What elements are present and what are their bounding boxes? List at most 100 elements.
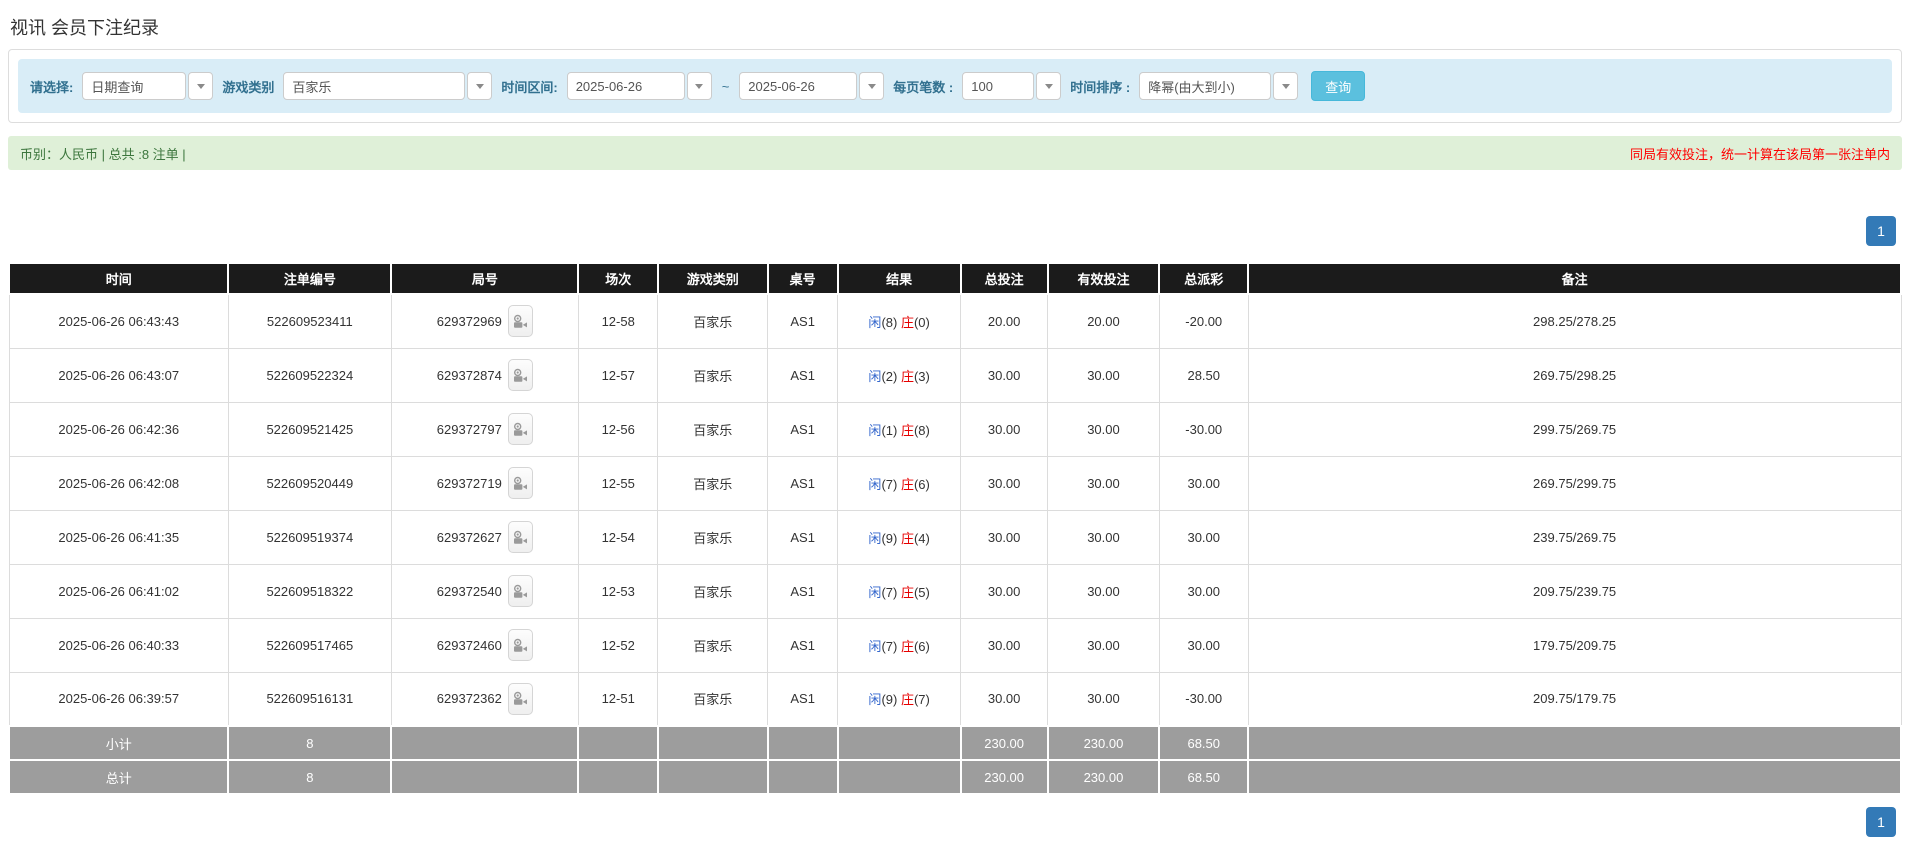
cell-note: 209.75/239.75	[1247, 563, 1902, 619]
video-icon	[513, 422, 527, 436]
page-title: 视讯 会员下注纪录	[10, 18, 160, 38]
cell-session: 12-55	[577, 455, 659, 511]
video-icon	[513, 692, 527, 706]
round-number: 629372797	[436, 421, 502, 437]
video-replay-button[interactable]	[507, 521, 533, 553]
video-replay-button[interactable]	[507, 575, 533, 607]
cell-game-type: 百家乐	[657, 617, 769, 673]
player-result-label: 闲	[868, 368, 882, 384]
video-replay-button[interactable]	[507, 629, 533, 661]
query-type-dropdown-button[interactable]	[188, 72, 214, 100]
game-type-input[interactable]	[283, 72, 466, 100]
date-from-input[interactable]	[566, 72, 685, 100]
cell-valid-bet: 30.00	[1047, 509, 1160, 565]
filter-bar: 请选择: 游戏类别 时间区间: ~ 每页笔数 :	[18, 59, 1892, 113]
column-header: 总投注	[959, 262, 1049, 295]
round-number: 629372719	[436, 475, 502, 491]
column-header: 游戏类别	[656, 262, 769, 295]
cell-valid-bet: 30.00	[1047, 617, 1160, 673]
cell-time: 2025-06-26 06:42:36	[8, 401, 229, 457]
cell-table-no: AS1	[767, 671, 839, 727]
page-size-input[interactable]	[962, 72, 1035, 100]
cell-bet-id: 522609517465	[227, 617, 392, 673]
date-from-dropdown-button[interactable]	[686, 72, 712, 100]
player-result-value: (7)	[881, 476, 898, 492]
choose-label: 请选择:	[30, 79, 74, 95]
table-row: 2025-06-26 06:39:57 522609516131 629372362…	[8, 671, 1902, 727]
summary-empty	[390, 725, 580, 761]
cell-result: 闲(9) 庄(4)	[837, 509, 962, 565]
cell-total-bet[interactable]: 30.00	[960, 347, 1049, 403]
date-to-input[interactable]	[739, 72, 858, 100]
cell-total-bet[interactable]: 30.00	[960, 617, 1049, 673]
date-from-select	[566, 72, 712, 100]
search-button[interactable]: 查询	[1311, 71, 1366, 101]
summary-label: 总计	[7, 759, 230, 795]
video-replay-button[interactable]	[507, 682, 533, 715]
cell-game-type: 百家乐	[657, 455, 769, 511]
cell-total-bet[interactable]: 20.00	[960, 293, 1049, 349]
game-type-select	[283, 72, 493, 100]
summary-valid-bet: 230.00	[1046, 725, 1161, 761]
bet-records-table: 时间 注单编号 局号 场次 游戏类别 桌号 结果 总投注 有效投注 总派彩 备注 2025-06-2…	[7, 262, 1902, 795]
video-replay-button[interactable]	[507, 413, 533, 445]
video-replay-button[interactable]	[507, 467, 533, 499]
cell-note: 298.25/278.25	[1247, 293, 1902, 349]
summary-empty	[1247, 725, 1902, 761]
cell-result: 闲(8) 庄(0)	[837, 293, 962, 349]
game-type-dropdown-button[interactable]	[467, 72, 493, 100]
summary-empty	[390, 759, 580, 795]
query-type-input[interactable]	[82, 72, 187, 100]
time-sort-input[interactable]	[1139, 72, 1272, 100]
banker-result-value: (5)	[913, 584, 930, 600]
cell-result: 闲(7) 庄(6)	[837, 617, 962, 673]
summary-empty	[836, 725, 962, 761]
banker-result-value: (0)	[913, 314, 930, 330]
cell-total-bet[interactable]: 30.00	[960, 455, 1049, 511]
video-replay-button[interactable]	[507, 305, 533, 338]
summary-empty	[656, 725, 769, 761]
video-icon	[513, 530, 527, 544]
valid-bet-notice: 同局有效投注，统一计算在该局第一张注单内	[1629, 146, 1890, 162]
player-result-label: 闲	[868, 314, 882, 330]
summary-row: 总计 8 230.00 230.00 68.50	[7, 759, 1902, 795]
page-size-dropdown-button[interactable]	[1036, 72, 1062, 100]
cell-round-id: 629372969	[390, 293, 579, 349]
time-sort-dropdown-button[interactable]	[1273, 72, 1299, 100]
cell-note: 269.75/298.25	[1247, 347, 1902, 403]
summary-payout: 68.50	[1158, 725, 1250, 761]
cell-round-id: 629372627	[390, 509, 579, 565]
currency-summary-text: 币别：人民币 | 总共 :8 注单 |	[20, 146, 186, 162]
date-to-dropdown-button[interactable]	[859, 72, 885, 100]
cell-total-bet[interactable]: 30.00	[960, 509, 1049, 565]
player-result-value: (1)	[881, 422, 898, 438]
cell-round-id: 629372797	[390, 401, 579, 457]
video-replay-button[interactable]	[507, 359, 533, 391]
column-header: 结果	[836, 262, 962, 295]
banker-result-label: 庄	[900, 638, 914, 654]
video-icon	[513, 638, 527, 652]
video-icon	[513, 476, 527, 490]
pagination-top: 1	[8, 216, 1902, 246]
round-id-group: 629372969	[437, 305, 533, 338]
cell-table-no: AS1	[767, 455, 839, 511]
chevron-down-icon	[475, 83, 484, 89]
cell-total-bet[interactable]: 30.00	[960, 563, 1049, 619]
chevron-down-icon	[867, 83, 876, 89]
page-size-label: 每页笔数 :	[893, 79, 954, 95]
cell-bet-id: 522609516131	[227, 671, 392, 727]
cell-bet-id: 522609522324	[227, 347, 392, 403]
player-result-label: 闲	[868, 638, 882, 654]
cell-payout: 30.00	[1158, 455, 1249, 511]
page-1-button[interactable]: 1	[1866, 216, 1896, 246]
chevron-down-icon	[1281, 83, 1290, 89]
banker-result-label: 庄	[900, 422, 914, 438]
cell-total-bet[interactable]: 30.00	[960, 671, 1049, 727]
cell-valid-bet: 30.00	[1047, 455, 1160, 511]
page-1-button[interactable]: 1	[1866, 807, 1896, 837]
table-row: 2025-06-26 06:41:35 522609519374 629372627…	[8, 509, 1902, 565]
table-row: 2025-06-26 06:43:43 522609523411 629372969…	[8, 293, 1902, 349]
filter-panel: 请选择: 游戏类别 时间区间: ~ 每页笔数 :	[8, 49, 1902, 123]
cell-total-bet[interactable]: 30.00	[960, 401, 1049, 457]
banker-result-label: 庄	[900, 314, 914, 330]
